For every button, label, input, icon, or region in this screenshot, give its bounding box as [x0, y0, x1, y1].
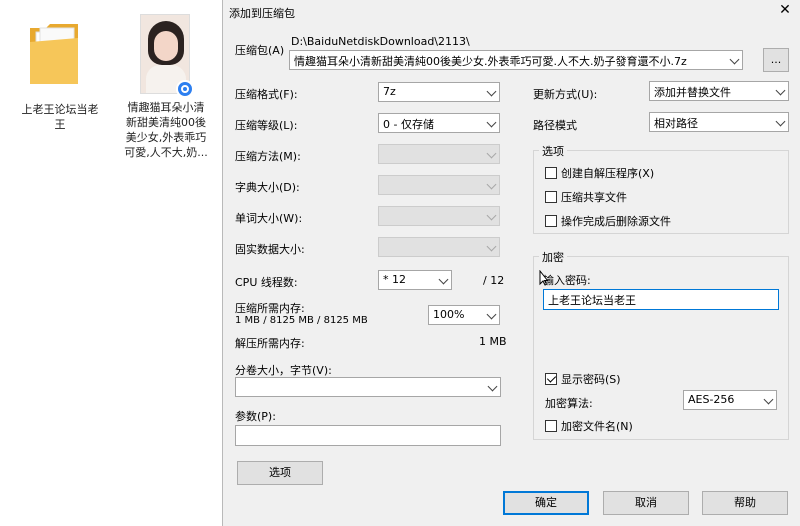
method-label: 压缩方法(M): — [235, 150, 301, 163]
folder-item[interactable]: 上老王论坛当老 王 — [14, 14, 106, 134]
chevron-down-icon[interactable] — [438, 274, 449, 285]
file-label-line-3: 美少女,外表乖巧 — [125, 131, 207, 144]
method-select — [378, 144, 500, 164]
format-label: 压缩格式(F): — [235, 88, 298, 101]
app-badge-icon — [176, 80, 194, 98]
level-label: 压缩等级(L): — [235, 119, 298, 132]
show-password-label: 显示密码(S) — [561, 373, 621, 386]
format-value: 7z — [383, 85, 396, 98]
algo-value: AES-256 — [688, 393, 735, 406]
encryption-method-select[interactable]: AES-256 — [683, 390, 777, 410]
encrypt-names-label: 加密文件名(N) — [561, 420, 633, 433]
update-value: 添加并替换文件 — [654, 86, 731, 99]
split-volume-combobox[interactable] — [235, 377, 501, 397]
cpu-value: * 12 — [383, 273, 406, 286]
file-label-line-1: 情趣猫耳朵小清 — [127, 101, 205, 114]
sfx-label: 创建自解压程序(X) — [561, 167, 655, 180]
chevron-down-icon[interactable] — [486, 117, 497, 128]
params-label: 参数(P): — [235, 410, 276, 423]
archive-name-combobox[interactable]: 情趣猫耳朵小清新甜美清純00後美少女.外表乖巧可愛.人不大.奶子發育還不小.7z — [289, 50, 743, 70]
split-label: 分卷大小，字节(V): — [235, 364, 332, 377]
chevron-down-icon[interactable] — [486, 309, 497, 320]
chevron-down-icon[interactable] — [775, 116, 786, 127]
decomp-label: 解压所需内存: — [235, 337, 305, 350]
chevron-down-icon[interactable] — [729, 54, 740, 65]
cancel-button[interactable]: 取消 — [603, 491, 689, 515]
decomp-value: 1 MB — [479, 335, 507, 348]
file-label-line-4: 可愛,人不大,奶... — [124, 146, 208, 159]
folder-icon — [30, 24, 78, 84]
path-mode-label: 路径模式 — [533, 119, 577, 132]
chevron-down-icon — [486, 241, 497, 252]
format-select[interactable]: 7z — [378, 82, 500, 102]
desktop: 上老王论坛当老 王 情趣猫耳朵小清 新甜美清纯00後 美少女,外表乖巧 可愛,人… — [0, 0, 222, 526]
checkbox-box[interactable] — [545, 373, 557, 385]
cpu-label: CPU 线程数: — [235, 276, 298, 289]
shared-files-checkbox[interactable]: 压缩共享文件 — [545, 189, 627, 205]
path-mode-value: 相对路径 — [654, 117, 698, 130]
params-input[interactable] — [235, 425, 501, 446]
checkbox-box[interactable] — [545, 215, 557, 227]
word-label: 单词大小(W): — [235, 212, 303, 225]
chevron-down-icon[interactable] — [775, 85, 786, 96]
path-mode-select[interactable]: 相对路径 — [649, 112, 789, 132]
shared-label: 压缩共享文件 — [561, 191, 627, 204]
chevron-down-icon — [486, 210, 497, 221]
mem-percent-select[interactable]: 100% — [428, 305, 500, 325]
dict-label: 字典大小(D): — [235, 181, 300, 194]
mem-label: 压缩所需内存: — [235, 302, 305, 315]
update-label: 更新方式(U): — [533, 88, 598, 101]
word-select — [378, 206, 500, 226]
encrypt-names-checkbox[interactable]: 加密文件名(N) — [545, 418, 633, 434]
folder-label-line-1: 上老王论坛当老 — [21, 103, 99, 116]
options-button[interactable]: 选项 — [237, 461, 323, 485]
delete-source-checkbox[interactable]: 操作完成后删除源文件 — [545, 213, 671, 229]
archive-path: D:\BaiduNetdiskDownload\2113\ — [291, 35, 470, 48]
image-file-item[interactable]: 情趣猫耳朵小清 新甜美清纯00後 美少女,外表乖巧 可愛,人不大,奶... — [118, 14, 214, 164]
encryption-group-title: 加密 — [539, 249, 567, 265]
options-group-title: 选项 — [539, 143, 567, 159]
cpu-threads-select[interactable]: * 12 — [378, 270, 452, 290]
file-label-line-2: 新甜美清纯00後 — [126, 116, 206, 129]
password-input[interactable]: 上老王论坛当老王 — [543, 289, 779, 310]
solid-label: 固实数据大小: — [235, 243, 305, 256]
mem-value: 1 MB / 8125 MB / 8125 MB — [235, 315, 368, 326]
level-select[interactable]: 0 - 仅存储 — [378, 113, 500, 133]
update-mode-select[interactable]: 添加并替换文件 — [649, 81, 789, 101]
delete-label: 操作完成后删除源文件 — [561, 215, 671, 228]
password-value: 上老王论坛当老王 — [548, 294, 636, 307]
close-icon[interactable]: ✕ — [775, 2, 795, 18]
mouse-cursor-icon — [539, 270, 548, 286]
archive-label: 压缩包(A) — [235, 44, 285, 57]
level-value: 0 - 仅存储 — [383, 118, 434, 131]
checkbox-box[interactable] — [545, 191, 557, 203]
chevron-down-icon[interactable] — [763, 394, 774, 405]
chevron-down-icon[interactable] — [487, 381, 498, 392]
archive-name-value: 情趣猫耳朵小清新甜美清純00後美少女.外表乖巧可愛.人不大.奶子發育還不小.7z — [294, 55, 687, 68]
dialog-title: 添加到压缩包 — [229, 7, 295, 20]
show-password-checkbox[interactable]: 显示密码(S) — [545, 371, 621, 387]
algo-label: 加密算法: — [545, 397, 593, 410]
solid-select — [378, 237, 500, 257]
sfx-checkbox[interactable]: 创建自解压程序(X) — [545, 165, 654, 181]
chevron-down-icon — [486, 179, 497, 190]
folder-label-line-2: 王 — [54, 118, 66, 131]
ok-button[interactable]: 确定 — [503, 491, 589, 515]
help-button[interactable]: 帮助 — [702, 491, 788, 515]
checkbox-box[interactable] — [545, 420, 557, 432]
cpu-max: / 12 — [483, 274, 505, 287]
mem-pct-value: 100% — [433, 308, 465, 321]
add-to-archive-dialog: 添加到压缩包 ✕ 压缩包(A) D:\BaiduNetdiskDownload\… — [222, 0, 800, 526]
password-label: 输入密码: — [543, 274, 591, 287]
dict-select — [378, 175, 500, 195]
chevron-down-icon[interactable] — [486, 86, 497, 97]
chevron-down-icon — [486, 148, 497, 159]
checkbox-box[interactable] — [545, 167, 557, 179]
browse-button[interactable]: ... — [763, 48, 789, 72]
